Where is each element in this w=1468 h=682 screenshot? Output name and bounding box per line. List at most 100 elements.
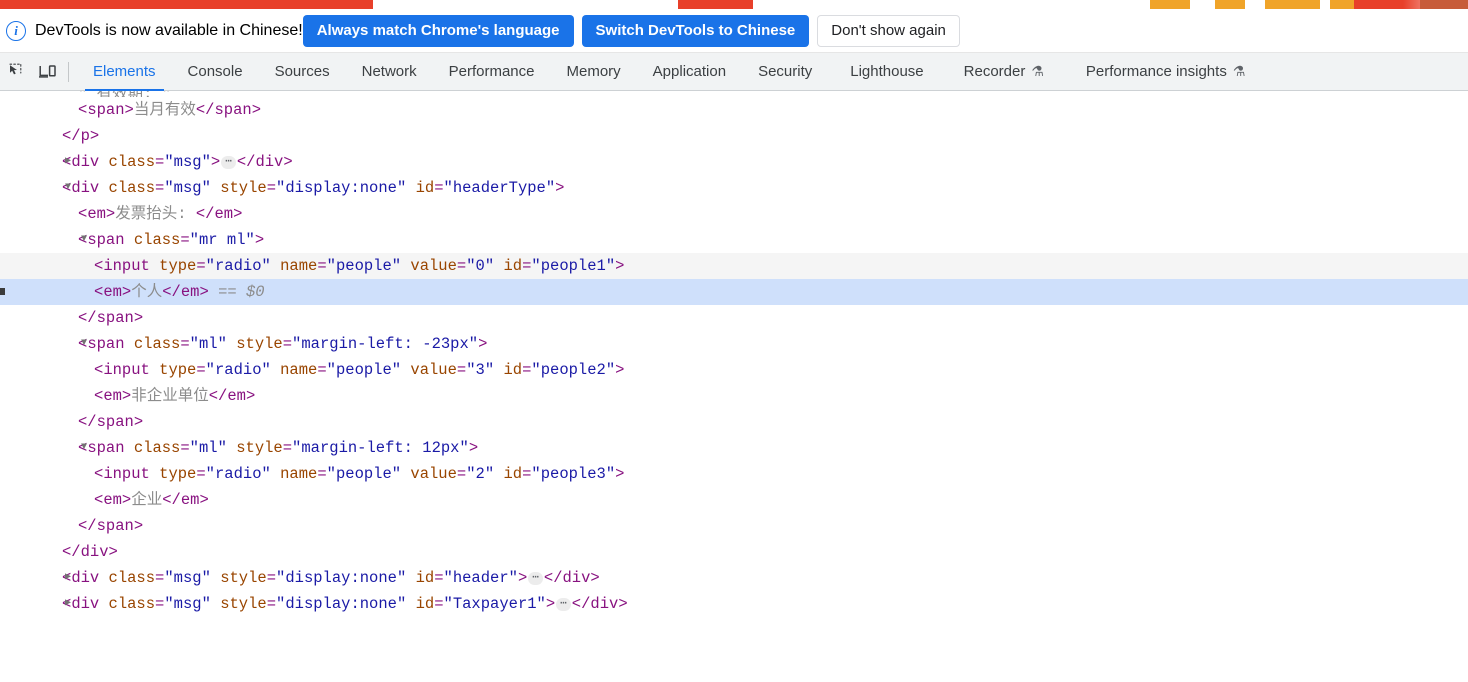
dom-node-input-people2[interactable]: <input type="radio" name="people" value=… — [0, 357, 1468, 383]
dom-node-div-header[interactable]: ▶ <div class="msg" style="display:none" … — [0, 565, 1468, 591]
elements-dom-tree[interactable]: " 有效期: " <span>当月有效</span> </p> ▶ <div c… — [0, 91, 1468, 682]
chevron-down-icon[interactable]: ▼ — [78, 435, 90, 461]
dom-node-close-div[interactable]: </div> — [0, 539, 1468, 565]
attr-class-value: msg — [173, 569, 202, 587]
dom-node-em-invoice-title[interactable]: <em>发票抬头: </em> — [0, 201, 1468, 227]
attr-type-value: radio — [214, 465, 262, 483]
attr-name-value: people — [335, 257, 392, 275]
tab-sources[interactable]: Sources — [259, 53, 346, 91]
tab-label: Security — [758, 63, 813, 80]
inspect-element-icon[interactable] — [3, 58, 31, 86]
attr-class-value: mr ml — [198, 231, 246, 249]
tab-console[interactable]: Console — [172, 53, 259, 91]
attr-id-value: people1 — [540, 257, 606, 275]
chevron-right-icon[interactable]: ▶ — [62, 149, 74, 175]
tab-performance-insights[interactable]: Performance insights ⚗ — [1062, 53, 1269, 91]
switch-devtools-to-chinese-button[interactable]: Switch DevTools to Chinese — [581, 14, 810, 47]
flask-icon: ⚗ — [1232, 63, 1246, 79]
dom-node-close-p[interactable]: </p> — [0, 123, 1468, 149]
tab-recorder[interactable]: Recorder ⚗ — [946, 53, 1062, 91]
attr-type-value: radio — [214, 257, 262, 275]
attr-style-value: display:none — [285, 569, 397, 587]
tab-network[interactable]: Network — [346, 53, 433, 91]
attr-style-value: margin-left: 12px — [301, 439, 460, 457]
chevron-right-icon[interactable]: ▶ — [62, 565, 74, 591]
tab-label: Lighthouse — [850, 63, 924, 80]
tab-label: Network — [361, 63, 417, 80]
dom-text-value: 企业 — [131, 491, 163, 509]
dom-node-em-enterprise[interactable]: <em>企业</em> — [0, 487, 1468, 513]
tab-label: Sources — [274, 63, 330, 80]
tab-label: Performance insights — [1085, 63, 1227, 80]
chevron-down-icon[interactable]: ▼ — [62, 175, 74, 201]
dom-text-value: 个人 — [131, 283, 163, 301]
attr-class-value: ml — [198, 335, 218, 353]
dom-node-input-people1[interactable]: <input type="radio" name="people" value=… — [0, 253, 1468, 279]
tab-label: Recorder — [963, 63, 1026, 80]
tab-elements[interactable]: Elements — [77, 53, 172, 91]
attr-id-value: headerType — [452, 179, 546, 197]
devtools-tabbar: Elements Console Sources Network Perform… — [0, 53, 1468, 91]
dom-node-div-headertype[interactable]: ▼ <div class="msg" style="display:none" … — [0, 175, 1468, 201]
tab-lighthouse[interactable]: Lighthouse — [828, 53, 945, 91]
strip-block — [1265, 0, 1320, 9]
page-content-strip — [0, 0, 1468, 9]
strip-block — [753, 0, 1343, 9]
dom-node-span-mr-ml[interactable]: ▼ <span class="mr ml"> — [0, 227, 1468, 253]
strip-block — [373, 0, 678, 9]
dom-text-value: 发票抬头: — [115, 205, 196, 223]
tab-performance[interactable]: Performance — [433, 53, 551, 91]
toolbar-divider — [68, 61, 69, 82]
tab-application[interactable]: Application — [637, 53, 742, 91]
tab-label: Memory — [566, 63, 621, 80]
dont-show-again-button[interactable]: Don't show again — [817, 14, 960, 47]
attr-style-value: display:none — [285, 179, 397, 197]
attr-class-value: msg — [173, 179, 202, 197]
flask-icon: ⚗ — [1031, 63, 1044, 79]
dom-node-div-msg[interactable]: ▶ <div class="msg"> ⋯ </div> — [0, 149, 1468, 175]
dom-node-em-non-enterprise[interactable]: <em>非企业单位</em> — [0, 383, 1468, 409]
attr-value-value: 3 — [475, 361, 485, 379]
attr-value-value: 0 — [475, 257, 485, 275]
attr-class-value: msg — [173, 153, 202, 171]
chevron-down-icon[interactable]: ▼ — [78, 227, 90, 253]
attr-class-value: msg — [173, 595, 202, 613]
dom-node-span-ml-positive[interactable]: ▼ <span class="ml" style="margin-left: 1… — [0, 435, 1468, 461]
dom-text-value: 当月有效 — [133, 101, 196, 119]
attr-class-value: ml — [198, 439, 218, 457]
attr-name-value: people — [335, 465, 392, 483]
dom-text-value: 非企业单位 — [131, 387, 209, 405]
expand-ellipsis-icon[interactable]: ⋯ — [556, 598, 571, 611]
tab-memory[interactable]: Memory — [551, 53, 637, 91]
strip-block — [678, 0, 753, 9]
tab-security[interactable]: Security — [742, 53, 828, 91]
strip-block — [1150, 0, 1190, 9]
chevron-right-icon[interactable]: ▶ — [62, 591, 74, 617]
attr-id-value: header — [452, 569, 509, 587]
dom-node-span-valid-period[interactable]: <span>当月有效</span> — [0, 97, 1468, 123]
dom-node-close-span[interactable]: </span> — [0, 305, 1468, 331]
dom-node-input-people3[interactable]: <input type="radio" name="people" value=… — [0, 461, 1468, 487]
attr-id-value: people2 — [540, 361, 606, 379]
strip-block — [1420, 0, 1468, 9]
tab-label: Performance — [448, 63, 535, 80]
attr-name-value: people — [335, 361, 392, 379]
attr-id-value: Taxpayer1 — [452, 595, 537, 613]
tab-label: Elements — [93, 63, 156, 80]
dom-node-close-span[interactable]: </span> — [0, 409, 1468, 435]
strip-block — [1330, 0, 1354, 9]
device-toolbar-icon[interactable] — [34, 58, 62, 86]
tab-label: Console — [187, 63, 243, 80]
always-match-chrome-language-button[interactable]: Always match Chrome's language — [302, 14, 574, 47]
selected-node-reference: == $0 — [218, 283, 265, 301]
chevron-down-icon[interactable]: ▼ — [78, 331, 90, 357]
dom-node-em-personal-selected[interactable]: <em>个人</em> == $0 — [0, 279, 1468, 305]
dom-node-close-span[interactable]: </span> — [0, 513, 1468, 539]
expand-ellipsis-icon[interactable]: ⋯ — [221, 156, 236, 169]
banner-message: DevTools is now available in Chinese! — [35, 21, 303, 39]
expand-ellipsis-icon[interactable]: ⋯ — [528, 572, 543, 585]
attr-style-value: margin-left: -23px — [301, 335, 469, 353]
attr-type-value: radio — [214, 361, 262, 379]
dom-node-span-ml-negative[interactable]: ▼ <span class="ml" style="margin-left: -… — [0, 331, 1468, 357]
dom-node-div-taxpayer1[interactable]: ▶ <div class="msg" style="display:none" … — [0, 591, 1468, 617]
